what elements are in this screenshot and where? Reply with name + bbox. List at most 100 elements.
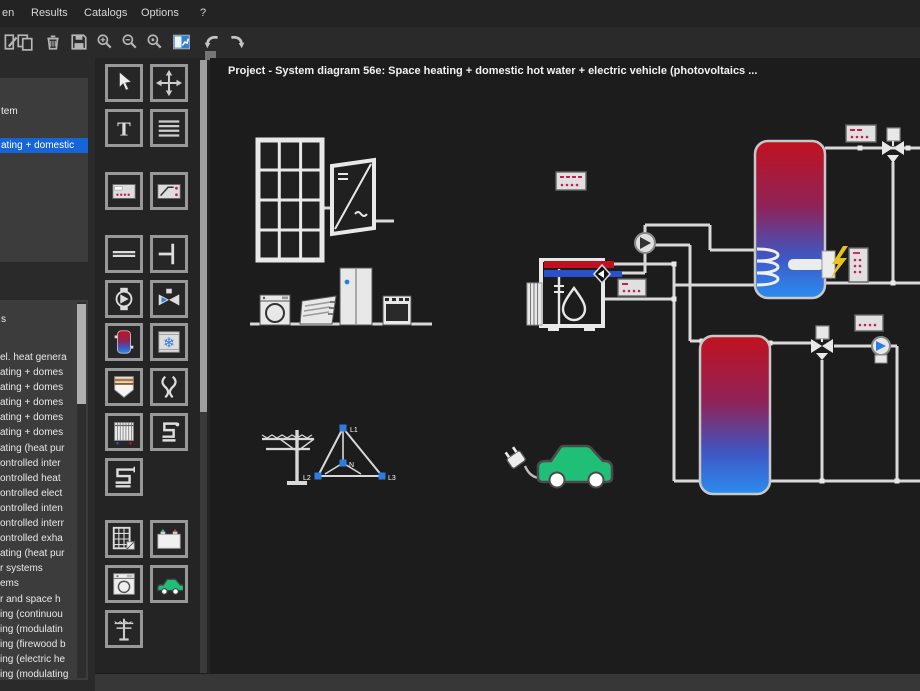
template-list-item[interactable]: ating (heat pur [0,546,78,561]
three-phase-node[interactable]: L1 L2 L3 N [303,425,396,483]
pump-1[interactable] [635,233,655,253]
template-list-item[interactable]: ontrolled inten [0,501,78,516]
tank2-supply-pipe[interactable] [655,245,702,341]
zoom-in-button[interactable] [93,31,115,53]
menu-item-options[interactable]: Options [141,7,179,19]
svg-text:❄: ❄ [163,335,175,351]
template-list-item[interactable]: ing (modulating [0,667,78,680]
palette-scrollbar-thumb[interactable] [200,60,207,412]
template-list-item[interactable]: ating + domes [0,425,78,440]
pump2-down-pipe[interactable] [890,346,897,481]
copy-button[interactable] [14,31,36,53]
oven[interactable] [383,296,411,325]
palette-tool-boiler[interactable] [105,368,143,406]
status-bar [95,673,920,691]
template-list-item[interactable]: ing (firewood b [0,637,78,652]
palette-tool-pipe-branch[interactable] [150,235,188,273]
template-list-item[interactable]: ing (continuou [0,607,78,622]
toolbar [0,27,920,58]
svg-text:T: T [117,118,131,140]
controller-5[interactable] [855,315,883,331]
palette-tool-controller-fixed[interactable] [150,172,188,210]
palette-tool-three-way-valve[interactable] [150,280,188,318]
heating-circuit-icon [155,418,183,446]
controller-1[interactable] [556,172,586,190]
palette-tool-electric-vehicle[interactable] [150,565,188,603]
controller-4[interactable] [846,125,876,142]
template-list-item[interactable]: ating + domes [0,395,78,410]
palette-tool-controller-programmable[interactable] [105,172,143,210]
palette-tool-select[interactable] [105,64,143,102]
heat-exchanger-icon [155,373,183,401]
template-list-item[interactable]: el. heat genera [0,350,78,365]
building[interactable] [527,260,622,331]
dishwasher[interactable] [300,296,336,324]
menu-item-catalogs[interactable]: Catalogs [84,7,127,19]
scrollbar-thumb[interactable] [77,304,86,404]
template-list-item[interactable]: ating + domes [0,410,78,425]
palette-tool-underfloor-heating[interactable] [105,458,143,496]
undo-button[interactable] [201,31,223,53]
palette-tool-photovoltaics[interactable] [105,520,143,558]
palette-tool-heat-pump[interactable]: ❄ [150,323,188,361]
pipe-icon [110,240,138,268]
template-list-item[interactable]: ontrolled inter [0,456,78,471]
electric-heating-rod [788,259,824,270]
palette-tool-heat-exchanger[interactable] [150,368,188,406]
template-list-item[interactable]: ating + domes [0,380,78,395]
trash-icon [44,33,62,51]
electric-vehicle[interactable] [503,445,612,487]
zoom-out-button[interactable] [118,31,140,53]
palette-tool-battery[interactable] [150,520,188,558]
pv-module-icon [110,525,138,553]
template-list-item[interactable]: r and space h [0,592,78,607]
washing-machine[interactable] [260,295,290,325]
tree-item-project[interactable]: tem [1,104,88,119]
palette-tool-text[interactable]: T [105,109,143,147]
template-list-item[interactable]: ing (modulatin [0,622,78,637]
template-list-item[interactable]: ating + domes [0,365,78,380]
palette-tool-pipe[interactable] [105,235,143,273]
zoom-window-button[interactable] [143,31,165,53]
storage-tank-buffer[interactable] [700,336,770,494]
pv-panel[interactable] [258,140,322,260]
pump-2[interactable] [872,337,890,363]
template-list-item[interactable]: r systems [0,561,78,576]
template-list-item[interactable]: ontrolled exha [0,531,78,546]
redo-button[interactable] [226,31,248,53]
three-way-valve-1[interactable] [882,128,904,163]
zoom-window-icon [145,33,163,51]
template-list-item[interactable]: ing (electric he [0,652,78,667]
show-results-button[interactable] [170,31,192,53]
radiator[interactable] [527,283,542,325]
save-button[interactable] [68,31,90,53]
inverter[interactable] [332,160,374,234]
palette-tool-storage-tank[interactable] [105,323,143,361]
template-list-scrollbar[interactable] [77,302,86,678]
template-list-item[interactable]: ating (heat pur [0,441,78,456]
menu-item-results[interactable]: Results [31,7,68,19]
storage-tank-dhw[interactable] [755,141,835,298]
template-list-item[interactable]: ems [0,576,78,591]
tree-item-selected-diagram[interactable]: ating + domestic [0,138,88,153]
template-list-item[interactable]: ontrolled elect [0,486,78,501]
palette-tool-radiator[interactable] [105,413,143,451]
palette-tool-move[interactable] [150,64,188,102]
palette-tool-electric-appliance[interactable] [105,565,143,603]
palette-tool-annotation[interactable] [150,109,188,147]
menu-item-help[interactable]: ? [200,7,206,19]
palette-tool-power-grid[interactable] [105,610,143,648]
diagram-canvas[interactable]: Project - System diagram 56e: Space heat… [210,58,920,690]
controller-3[interactable] [849,248,868,282]
palette-tool-heating-circuit[interactable] [150,413,188,451]
refrigerator[interactable] [340,268,372,325]
template-list-item[interactable]: ontrolled interr [0,516,78,531]
three-way-valve-2[interactable] [811,326,833,360]
valve-icon [155,285,183,313]
palette-tool-pump[interactable] [105,280,143,318]
template-list-item[interactable]: ontrolled heat [0,471,78,486]
system-diagram: L1 L2 L3 N [210,58,920,671]
delete-button[interactable] [42,31,64,53]
menu-item-partial[interactable]: en [2,7,14,19]
controller-2[interactable] [618,279,646,296]
